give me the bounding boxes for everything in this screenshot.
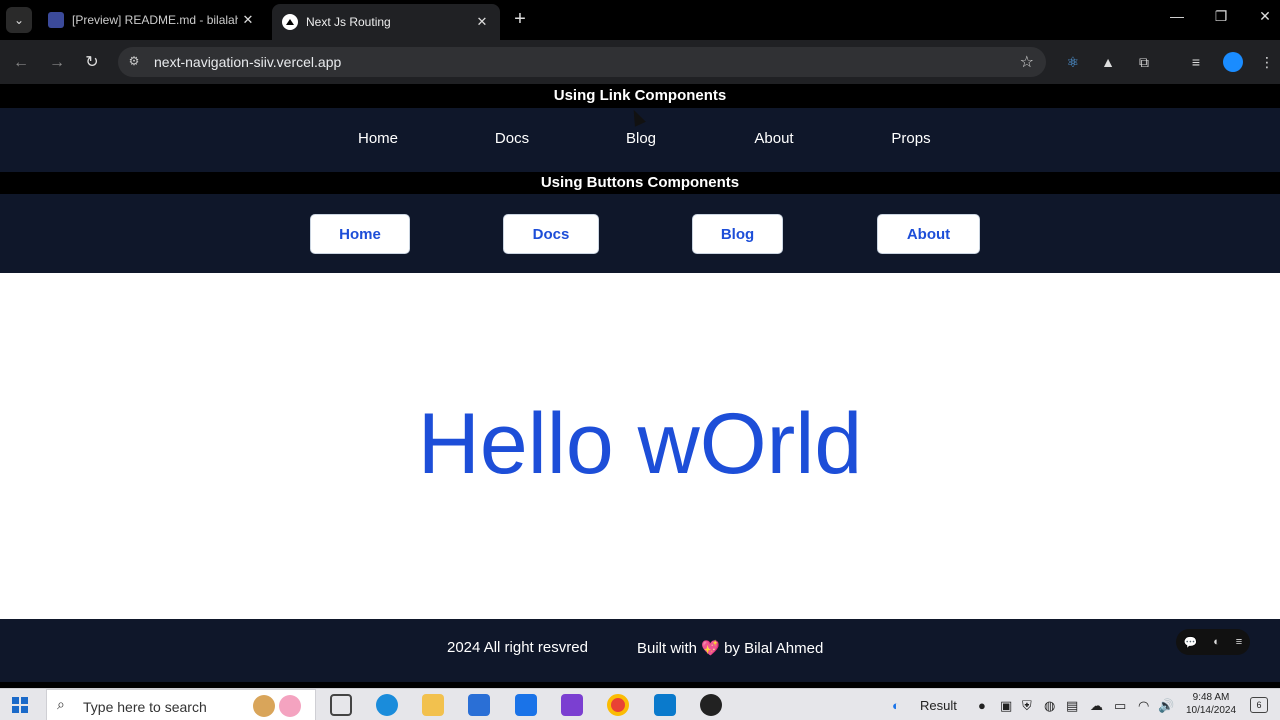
nav-link-home[interactable]: Home <box>358 130 398 147</box>
clock-time: 9:48 AM <box>1192 692 1230 703</box>
footer-built-with: Built with 💖 by Bilal Ahmed <box>637 639 823 657</box>
search-placeholder: Type here to search <box>83 699 207 715</box>
forward-arrow-icon[interactable]: → <box>46 52 68 74</box>
system-clock[interactable]: 9:48 AM 10/14/2024 <box>1178 691 1244 717</box>
author-label: by Bilal Ahmed <box>724 640 824 657</box>
cloud-icon[interactable]: ☁ <box>1090 698 1103 714</box>
tray-app-icon[interactable]: ● <box>978 698 986 713</box>
menu-kebab-icon[interactable]: ⋮ <box>1257 52 1277 72</box>
site-settings-icon[interactable]: ⚙ <box>126 54 142 70</box>
link-section-title: Using Link Components <box>0 84 1280 108</box>
tab-next-routing[interactable]: Next Js Routing ✕ <box>272 4 500 40</box>
edge-icon[interactable] <box>376 694 398 716</box>
tray-app-icon[interactable]: ◍ <box>1044 698 1055 714</box>
store-icon[interactable] <box>468 694 490 716</box>
reading-list-icon[interactable]: ≡ <box>1186 52 1206 72</box>
built-with-label: Built with <box>637 640 698 657</box>
cupcake-icon <box>279 695 301 717</box>
notification-icon[interactable]: 6 <box>1250 697 1268 713</box>
wifi-icon[interactable]: ◠ <box>1138 698 1149 714</box>
vscode-icon[interactable] <box>654 694 676 716</box>
tab-title: Next Js Routing <box>306 15 391 29</box>
url-text[interactable]: next-navigation-siiv.vercel.app <box>154 54 341 70</box>
cookie-icon <box>253 695 275 717</box>
hero-heading: Hello wOrld <box>417 396 863 492</box>
close-icon[interactable]: ✕ <box>472 14 492 30</box>
tray-app-icon[interactable]: ▣ <box>1000 698 1012 714</box>
back-arrow-icon[interactable]: ← <box>10 52 32 74</box>
vercel-icon <box>282 14 298 30</box>
windows-start-icon[interactable] <box>12 697 28 713</box>
about-button[interactable]: About <box>877 214 980 254</box>
close-icon[interactable]: ✕ <box>238 12 258 28</box>
button-navigation: Home Docs Blog About <box>0 194 1280 273</box>
mail-icon[interactable] <box>515 694 537 716</box>
clock-date: 10/14/2024 <box>1185 705 1237 716</box>
docs-button[interactable]: Docs <box>503 214 599 254</box>
profile-avatar[interactable] <box>1223 52 1243 72</box>
search-icon: ⌕ <box>57 696 65 712</box>
minimize-icon[interactable]: — <box>1162 8 1192 24</box>
nav-link-about[interactable]: About <box>754 130 793 147</box>
browser-toolbar: ← → ↻ ⚙ next-navigation-siiv.vercel.app … <box>0 40 1280 84</box>
react-devtools-icon[interactable]: ⚛ <box>1063 52 1083 72</box>
home-button[interactable]: Home <box>310 214 410 254</box>
result-label[interactable]: Result <box>920 698 957 713</box>
bookmark-star-icon[interactable]: ☆ <box>1020 52 1034 72</box>
shield-icon[interactable]: ⛨ <box>1022 698 1032 714</box>
menu-icon[interactable]: ≡ <box>1236 636 1242 648</box>
task-view-icon[interactable] <box>330 694 352 716</box>
tab-search-chevron-icon[interactable]: ⌄ <box>6 7 32 33</box>
site-footer: 2024 All right resvred Built with 💖 by B… <box>0 619 1280 682</box>
nav-link-props[interactable]: Props <box>891 130 930 147</box>
vercel-extension-icon[interactable]: ▲ <box>1098 52 1118 72</box>
nav-link-docs[interactable]: Docs <box>495 130 529 147</box>
button-section-title: Using Buttons Components <box>0 172 1280 194</box>
volume-icon[interactable]: 🔊 <box>1158 698 1174 714</box>
github-icon[interactable] <box>700 694 722 716</box>
web-page: Using Link Components Home Docs Blog Abo… <box>0 84 1280 682</box>
maximize-icon[interactable]: ❐ <box>1206 8 1236 25</box>
address-bar[interactable]: ⚙ next-navigation-siiv.vercel.app ☆ <box>118 47 1046 77</box>
taskbar-search-input[interactable]: ⌕ Type here to search <box>46 689 316 720</box>
vscode-preview-icon <box>48 12 64 28</box>
tab-readme-preview[interactable]: [Preview] README.md - bilalah ✕ <box>40 4 266 36</box>
window-close-icon[interactable]: ✕ <box>1250 8 1280 25</box>
file-explorer-icon[interactable] <box>422 694 444 716</box>
new-tab-plus-icon[interactable]: + <box>508 8 532 31</box>
chrome-icon[interactable] <box>607 694 629 716</box>
reload-icon[interactable]: ↻ <box>81 52 103 74</box>
blog-button[interactable]: Blog <box>692 214 783 254</box>
clipchamp-icon[interactable] <box>561 694 583 716</box>
footer-copyright: 2024 All right resvred <box>447 639 588 656</box>
comment-icon[interactable]: 💬 <box>1184 636 1198 649</box>
nav-link-blog[interactable]: Blog <box>626 130 656 147</box>
extensions-puzzle-icon[interactable]: ⧉ <box>1134 52 1154 72</box>
browser-tab-bar: ⌄ [Preview] README.md - bilalah ✕ Next J… <box>0 0 1280 40</box>
battery-icon[interactable]: ▭ <box>1114 698 1126 714</box>
tab-title: [Preview] README.md - bilalah <box>72 13 238 27</box>
windows-taskbar: ⌕ Type here to search ◐ Result ● ▣ ⛨ ◍ ▤… <box>0 688 1280 720</box>
tray-app-icon[interactable]: ▤ <box>1066 698 1078 714</box>
toggle-icon[interactable]: ◐ <box>1213 636 1220 648</box>
cricket-result-icon[interactable]: ◐ <box>892 698 900 713</box>
floating-toolbar: 💬 ◐ ≡ <box>1176 629 1250 655</box>
heart-icon: 💖 <box>701 640 720 657</box>
